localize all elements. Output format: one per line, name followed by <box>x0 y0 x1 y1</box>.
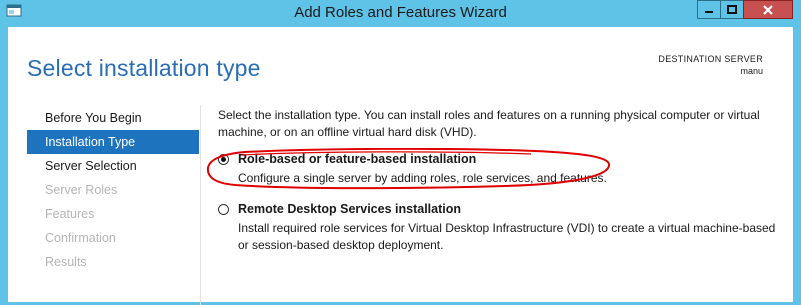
destination-server: DESTINATION SERVER manu <box>658 53 763 77</box>
installation-type-panel: Select the installation type. You can in… <box>218 107 783 252</box>
close-icon <box>763 4 773 15</box>
intro-text: Select the installation type. You can in… <box>218 108 760 139</box>
remote-desktop-label[interactable]: Remote Desktop Services installation <box>238 202 461 216</box>
title-bar[interactable]: Add Roles and Features Wizard <box>0 0 801 27</box>
remote-desktop-radio[interactable] <box>218 204 229 215</box>
step-server-selection[interactable]: Server Selection <box>27 154 199 178</box>
step-features: Features <box>45 207 95 221</box>
maximize-icon <box>727 4 737 14</box>
page-title: Select installation type <box>27 55 261 81</box>
maximize-button[interactable] <box>720 0 744 19</box>
wizard-steps-nav: Before You Begin Installation Type Serve… <box>27 106 199 274</box>
step-installation-type[interactable]: Installation Type <box>27 130 199 154</box>
step-before-you-begin[interactable]: Before You Begin <box>27 106 199 130</box>
minimize-button[interactable] <box>697 0 721 19</box>
window-title: Add Roles and Features Wizard <box>294 4 507 21</box>
step-server-roles: Server Roles <box>45 183 118 197</box>
destination-server-value: manu <box>740 66 763 76</box>
step-results: Results <box>45 255 87 269</box>
minimize-icon <box>705 10 713 13</box>
remote-desktop-description: Install required role services for Virtu… <box>238 221 776 252</box>
destination-server-label: DESTINATION SERVER <box>658 54 763 64</box>
close-button[interactable] <box>743 0 793 19</box>
red-circle-annotation <box>206 148 610 190</box>
step-confirmation: Confirmation <box>45 231 116 245</box>
nav-divider <box>200 105 201 305</box>
